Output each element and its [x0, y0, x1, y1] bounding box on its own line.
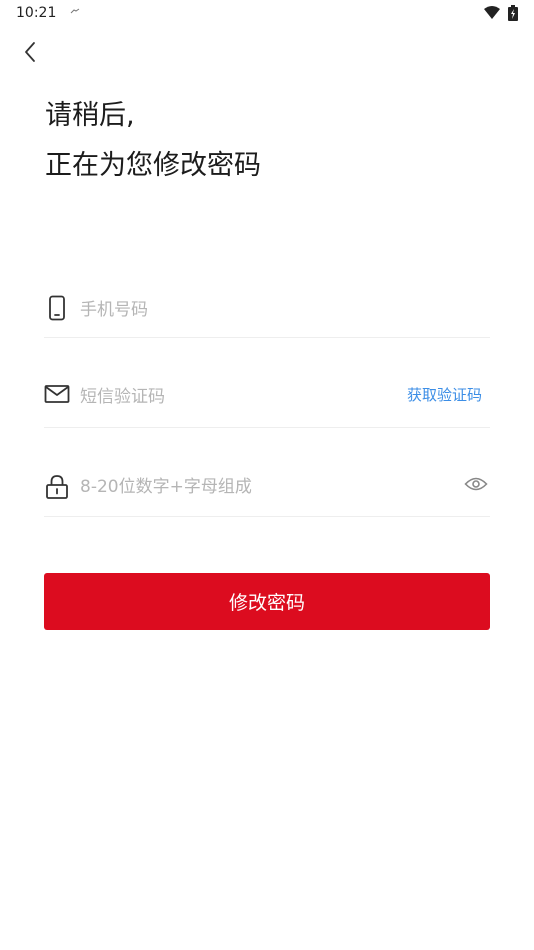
phone-input[interactable]	[80, 282, 480, 337]
status-bar: 10:21	[0, 0, 534, 28]
visibility-toggle[interactable]	[462, 472, 490, 496]
phone-icon	[44, 295, 70, 321]
back-button[interactable]	[16, 38, 44, 66]
lock-icon	[44, 474, 70, 500]
page-title-line2: 正在为您修改密码	[45, 150, 261, 181]
sms-code-input[interactable]	[80, 366, 360, 427]
page-title-line1: 请稍后,	[45, 100, 135, 131]
password-input[interactable]	[80, 458, 450, 516]
get-code-button[interactable]: 获取验证码	[407, 384, 482, 405]
change-password-button[interactable]: 修改密码	[44, 573, 490, 630]
eye-icon	[464, 477, 488, 491]
notification-icon	[70, 8, 80, 14]
battery-icon	[508, 5, 518, 21]
status-time: 10:21	[16, 5, 57, 21]
chevron-left-icon	[25, 42, 35, 62]
password-field	[44, 458, 490, 517]
phone-field	[44, 282, 490, 338]
sms-code-field: 获取验证码	[44, 366, 490, 428]
wifi-icon	[484, 6, 500, 19]
envelope-icon	[44, 381, 70, 407]
